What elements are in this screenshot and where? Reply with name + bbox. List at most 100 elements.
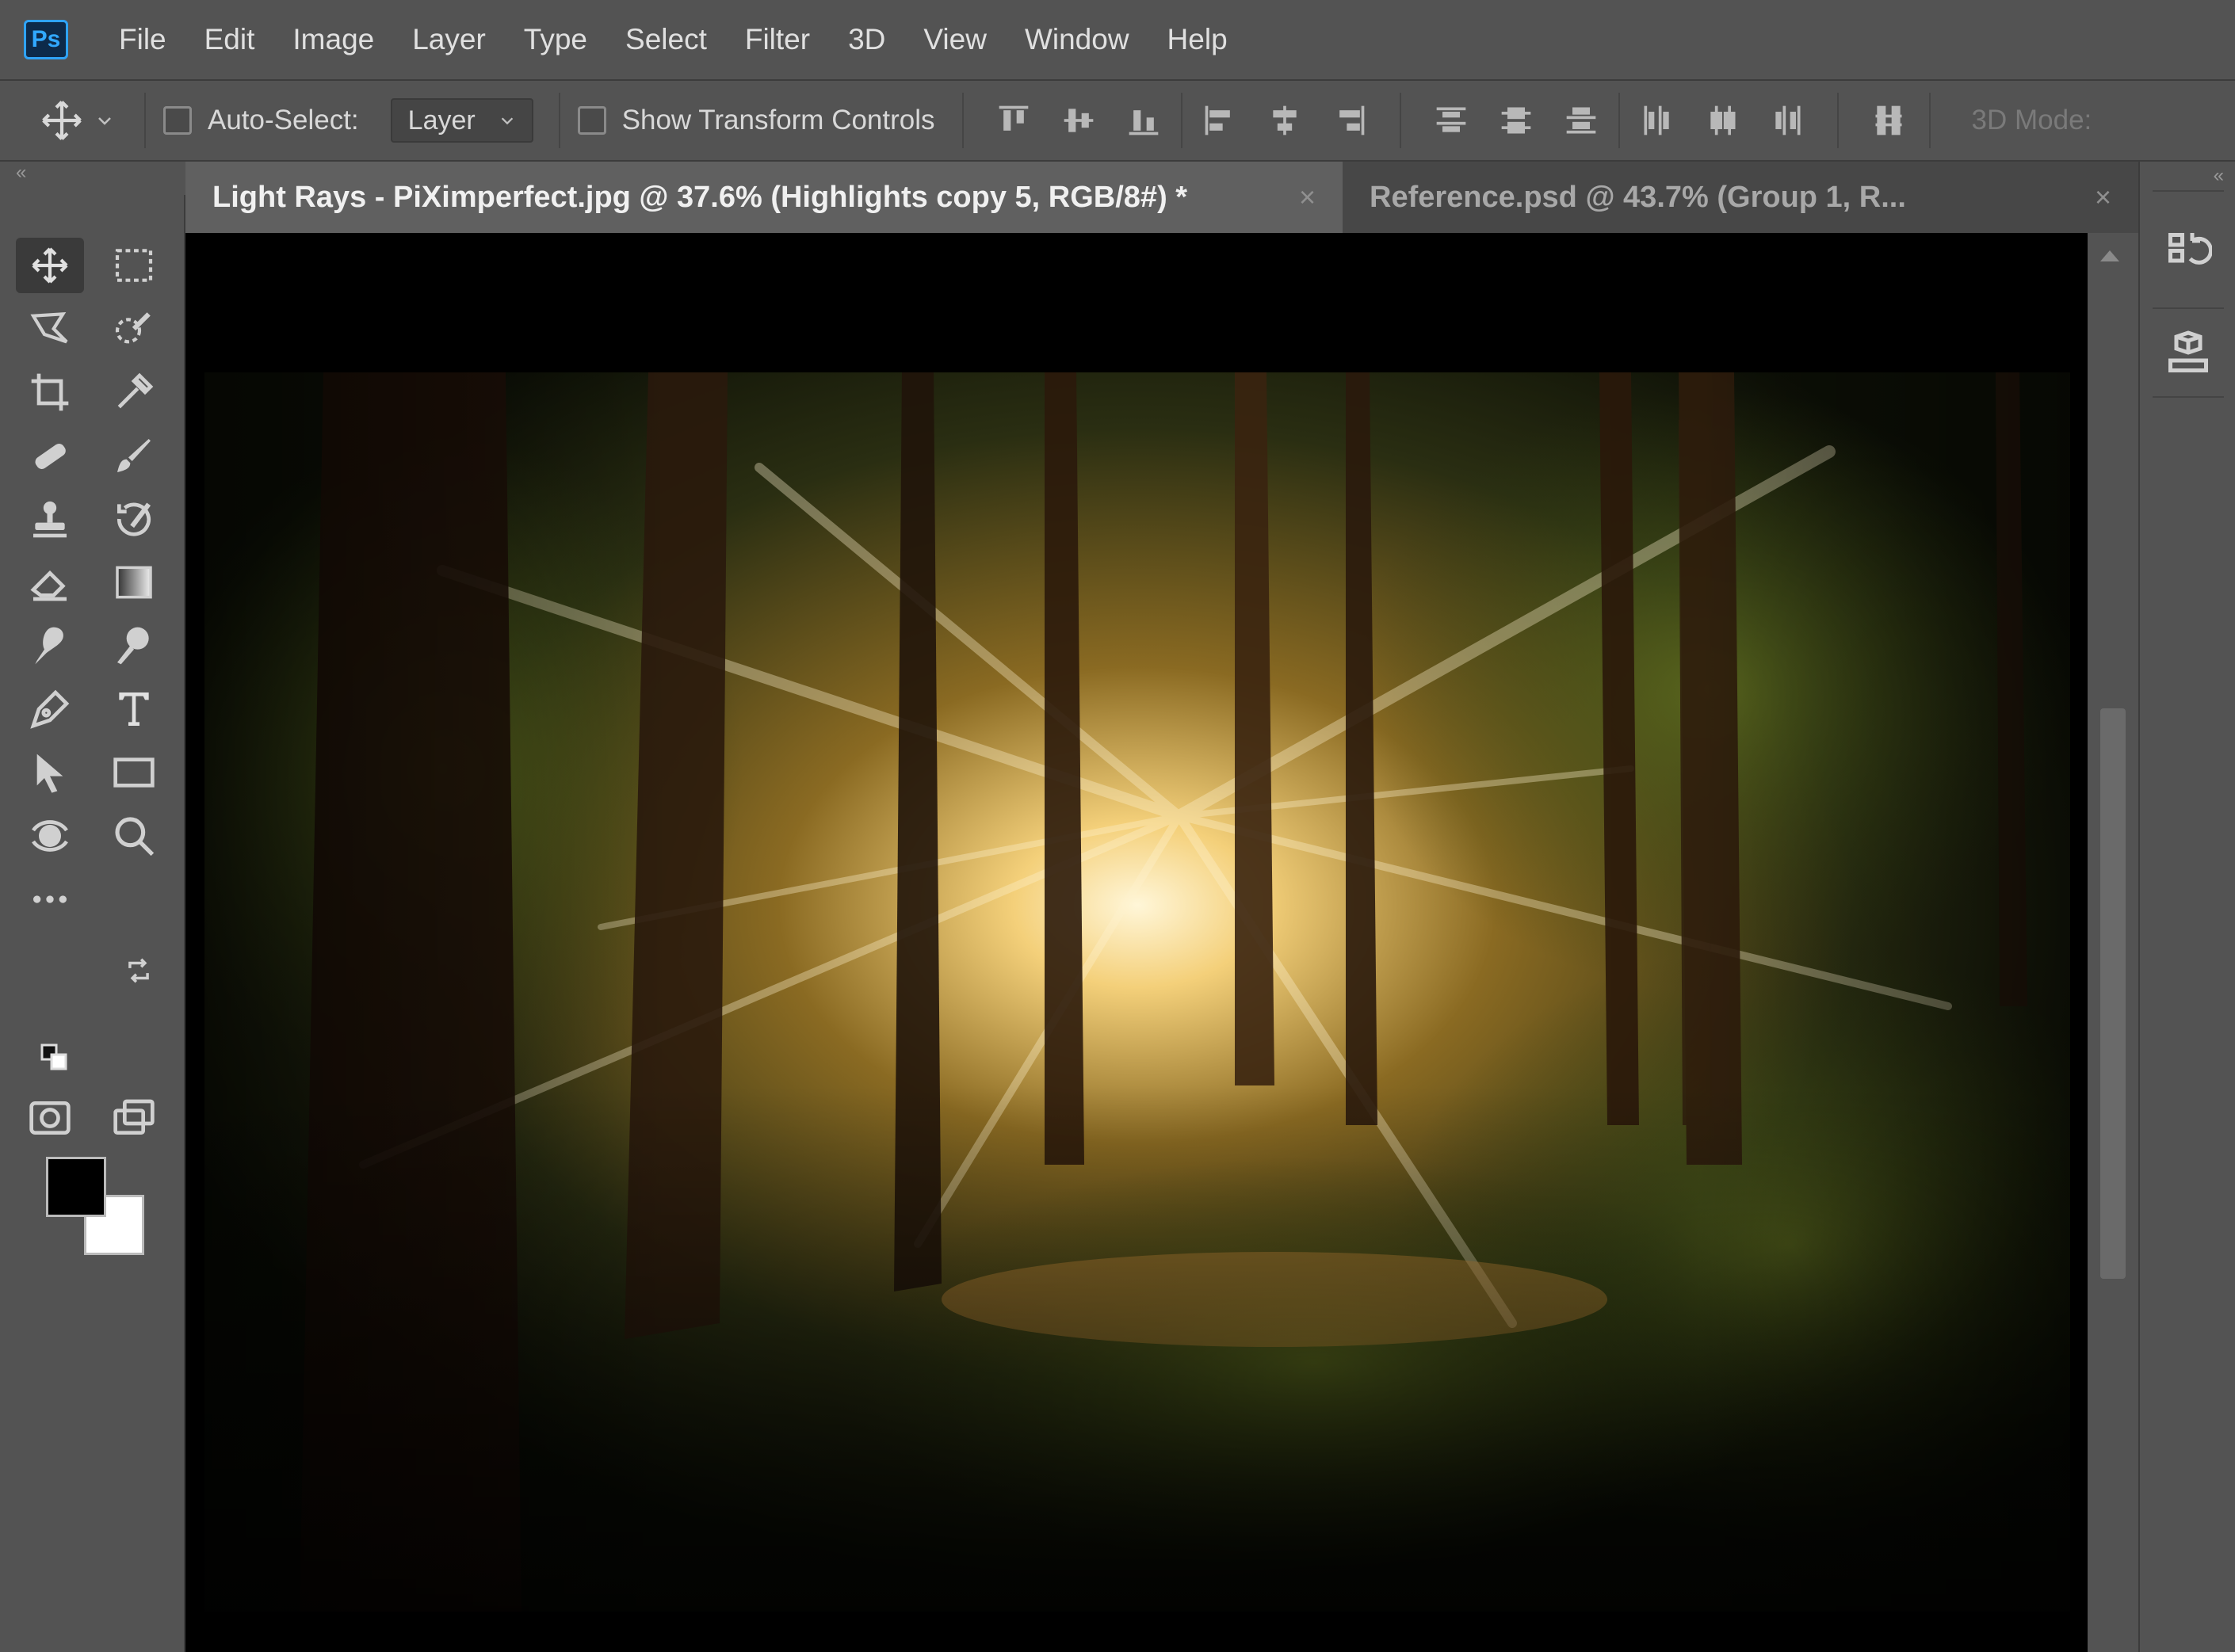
eyedropper-tool-icon [117,372,154,409]
menu-help[interactable]: Help [1167,23,1228,56]
tab-light-rays[interactable]: Light Rays - PiXimperfect.jpg @ 37.6% (H… [185,162,1343,233]
smudge-tool-button[interactable] [16,618,84,673]
distribute-vertical-centers-icon[interactable] [1499,103,1534,138]
divider [1180,93,1182,148]
auto-select-target-dropdown[interactable]: Layer [390,98,533,143]
divider [2153,190,2224,192]
history-brush-tool-button[interactable] [100,491,168,547]
close-icon[interactable]: × [1299,181,1316,214]
3d-rotate-tool-button[interactable] [16,808,84,864]
path-selection-tool-icon [36,754,63,793]
healing-brush-tool-button[interactable] [16,428,84,483]
eraser-tool-icon [30,570,67,601]
right-panel-dock: « [2138,162,2235,1652]
gradient-tool-button[interactable] [100,555,168,610]
vertical-scrollbar[interactable] [2089,233,2137,1652]
dodge-tool-button[interactable] [100,618,168,673]
align-bottom-edges-icon[interactable] [1126,103,1161,138]
menu-layer[interactable]: Layer [412,23,486,56]
distribute-left-edges-icon[interactable] [1640,103,1675,138]
type-tool-icon [119,692,149,726]
brush-tool-button[interactable] [100,428,168,483]
quick-mask-button[interactable] [16,1090,84,1146]
clone-stamp-tool-icon [33,501,67,538]
chevron-down-icon [501,117,513,125]
align-to-options-icon[interactable] [1871,103,1906,138]
align-right-edges-icon[interactable] [1332,103,1367,138]
eyedropper-tool-button[interactable] [100,364,168,420]
history-panel-button[interactable] [2156,220,2221,285]
eraser-tool-button[interactable] [16,555,84,610]
menu-filter[interactable]: Filter [745,23,810,56]
scroll-up-arrow-icon[interactable] [2100,250,2119,261]
pen-tool-button[interactable] [16,681,84,737]
menu-bar: Ps File Edit Image Layer Type Select Fil… [0,0,2235,81]
menu-image[interactable]: Image [292,23,374,56]
collapse-toolbar-icon[interactable]: « [0,162,184,195]
screen-mode-button[interactable] [100,1090,168,1146]
foreground-color-swatch[interactable] [46,1157,106,1217]
document-canvas-area[interactable] [185,233,2088,1652]
pen-tool-icon [30,689,70,729]
align-vertical-centers-icon[interactable] [1061,103,1096,138]
options-bar: Auto-Select: Layer Show Transform Contro… [0,81,2235,162]
align-horizontal-centers-icon[interactable] [1267,103,1302,138]
divider [2153,307,2224,309]
type-tool-button[interactable] [100,681,168,737]
zoom-tool-button[interactable] [100,808,168,864]
divider [558,93,560,148]
align-left-edges-icon[interactable] [1202,103,1237,138]
marquee-tool-button[interactable] [100,238,168,293]
forest-light-rays-image[interactable] [204,372,2070,1612]
menu-view[interactable]: View [923,23,987,56]
history-brush-tool-icon [117,502,151,536]
divider [1836,93,1839,148]
polygonal-lasso-tool-icon [30,311,68,344]
photo-render [204,372,2070,1612]
move-tool-icon [42,101,82,140]
path-selection-tool-button[interactable] [16,745,84,800]
collapse-panels-icon[interactable]: « [2214,165,2224,187]
scroll-thumb[interactable] [2100,708,2126,1279]
3d-panel-button[interactable] [2156,320,2221,385]
menu-type[interactable]: Type [524,23,587,56]
distribute-top-edges-icon[interactable] [1434,103,1469,138]
divider [961,93,964,148]
clone-stamp-tool-button[interactable] [16,491,84,547]
tab-reference[interactable]: Reference.psd @ 43.7% (Group 1, R... × [1343,162,2138,233]
align-top-edges-icon[interactable] [996,103,1031,138]
chevron-down-icon [98,117,111,125]
quick-selection-tool-icon [115,312,151,344]
divider [2153,396,2224,398]
swap-colors-icon[interactable] [124,956,154,986]
tab-title: Reference.psd @ 43.7% (Group 1, R... [1370,180,1906,214]
auto-select-checkbox[interactable] [163,106,192,135]
rectangle-tool-icon [113,757,155,788]
menu-3d[interactable]: 3D [848,23,885,56]
lasso-tool-button[interactable] [16,301,84,357]
move-tool-button[interactable] [16,238,84,293]
close-icon[interactable]: × [2095,181,2111,214]
history-panel-icon [2168,233,2212,265]
dodge-tool-icon [117,627,149,665]
document-tabs: Light Rays - PiXimperfect.jpg @ 37.6% (H… [185,162,2138,233]
auto-select-label: Auto-Select: [208,105,359,135]
menu-window[interactable]: Window [1025,23,1129,56]
tool-preset-picker[interactable] [40,89,127,152]
edit-toolbar-icon [33,895,67,903]
quick-selection-tool-button[interactable] [100,301,168,357]
menu-select[interactable]: Select [625,23,707,56]
menu-file[interactable]: File [119,23,166,56]
menu-edit[interactable]: Edit [204,23,255,56]
photoshop-logo-icon[interactable]: Ps [24,20,68,59]
distribute-right-edges-icon[interactable] [1770,103,1805,138]
rectangle-tool-button[interactable] [100,745,168,800]
crop-tool-button[interactable] [16,364,84,420]
edit-toolbar-button[interactable] [16,872,84,927]
distribute-bottom-edges-icon[interactable] [1564,103,1599,138]
default-colors-icon[interactable] [40,1043,68,1071]
3d-rotate-tool-icon [32,820,68,852]
tab-title: Light Rays - PiXimperfect.jpg @ 37.6% (H… [212,180,1188,214]
show-transform-controls-checkbox[interactable] [577,106,606,135]
distribute-horizontal-centers-icon[interactable] [1705,103,1740,138]
